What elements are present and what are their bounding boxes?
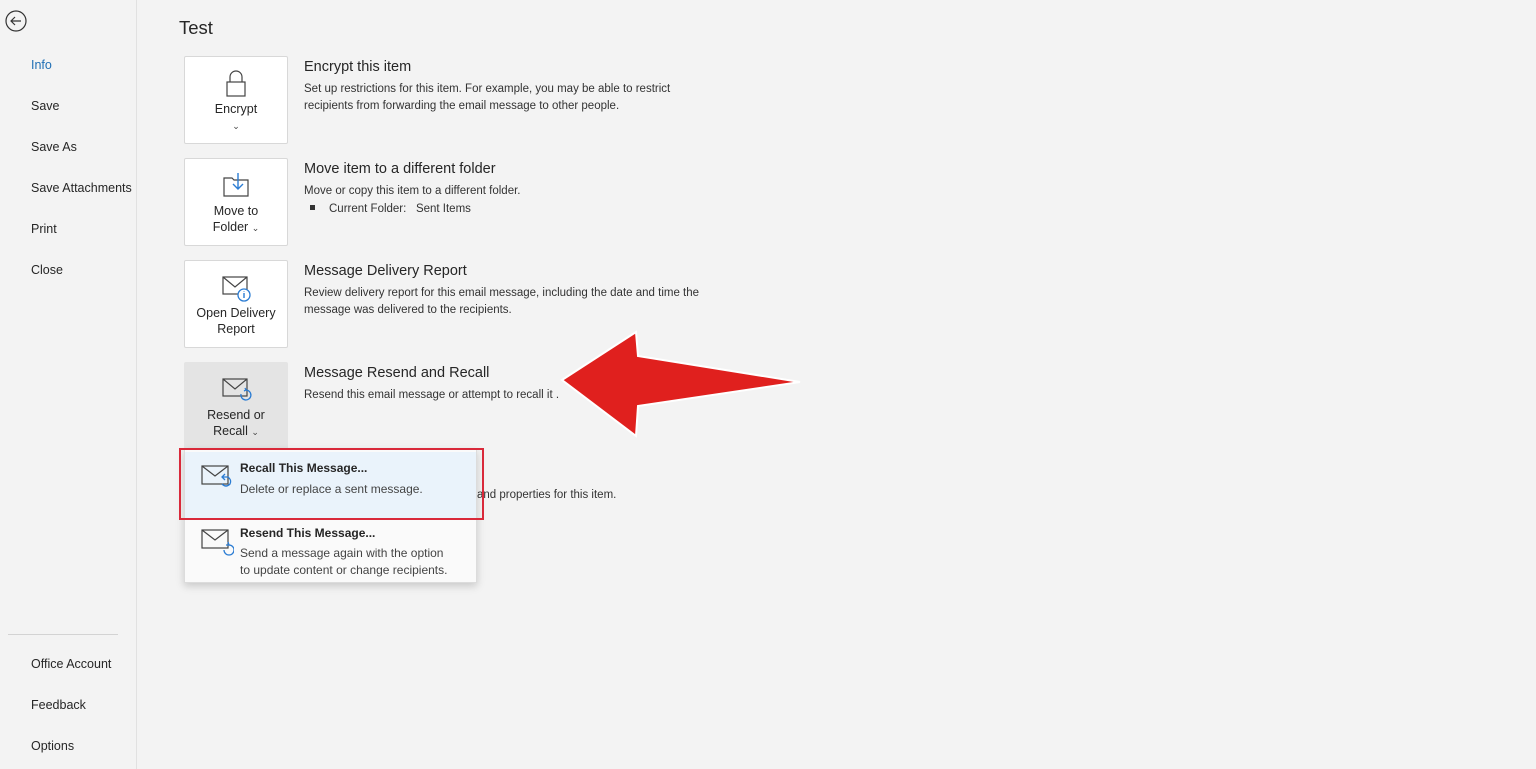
chevron-down-icon: ⌄ bbox=[251, 427, 259, 437]
resend-mail-icon bbox=[201, 529, 234, 556]
resend-menu-desc-line1: Send a message again with the option bbox=[240, 546, 444, 560]
resend-label-line2: Recall bbox=[213, 424, 248, 438]
resend-recall-menu: Recall This Message... Delete or replace… bbox=[184, 449, 477, 583]
sidebar-item-save-attachments[interactable]: Save Attachments bbox=[31, 181, 132, 195]
encrypt-button[interactable]: Encrypt ⌄ bbox=[184, 56, 288, 144]
encrypt-label: Encrypt bbox=[214, 102, 258, 116]
lock-icon bbox=[226, 70, 246, 97]
sidebar-item-office-account[interactable]: Office Account bbox=[31, 657, 111, 671]
sidebar-divider bbox=[8, 634, 118, 635]
delivery-label-line2: Report bbox=[217, 322, 255, 336]
resend-recall-icon bbox=[222, 378, 252, 401]
encrypt-desc-line2: recipients from forwarding the email mes… bbox=[304, 99, 620, 112]
move-heading: Move item to a different folder bbox=[304, 161, 496, 177]
current-folder-line: Current Folder: Sent Items bbox=[310, 203, 471, 215]
move-folder-icon bbox=[223, 173, 249, 197]
move-label-line1: Move to bbox=[213, 204, 259, 218]
recall-this-message-item[interactable]: Recall This Message... Delete or replace… bbox=[185, 452, 476, 518]
recall-description: Delete or replace a sent message. bbox=[240, 482, 423, 496]
chevron-down-icon: ⌄ bbox=[232, 121, 240, 131]
move-label-line2: Folder bbox=[212, 220, 249, 234]
delivery-desc-line2: message was delivered to the recipients. bbox=[304, 303, 512, 316]
resend-menu-description: Send a message again with the option to … bbox=[240, 545, 447, 578]
chevron-down-icon: ⌄ bbox=[251, 223, 260, 233]
properties-description-partial: and properties for this item. bbox=[477, 489, 617, 501]
recall-mail-icon bbox=[201, 465, 232, 487]
recall-title: Recall This Message... bbox=[240, 461, 368, 475]
backstage-sidebar: Info Save Save As Save Attachments Print… bbox=[0, 0, 137, 769]
resend-menu-desc-line2: to update content or change recipients. bbox=[240, 562, 448, 577]
sidebar-item-close[interactable]: Close bbox=[31, 263, 63, 277]
current-folder-label: Current Folder: bbox=[329, 203, 407, 215]
resend-heading: Message Resend and Recall bbox=[304, 365, 490, 381]
delivery-heading: Message Delivery Report bbox=[304, 263, 467, 279]
resend-description: Resend this email message or attempt to … bbox=[304, 389, 560, 401]
current-folder-value: Sent Items bbox=[415, 203, 471, 215]
move-description: Move or copy this item to a different fo… bbox=[304, 185, 521, 197]
back-arrow-icon[interactable] bbox=[4, 9, 28, 33]
delivery-description: Review delivery report for this email me… bbox=[304, 285, 699, 318]
sidebar-item-feedback[interactable]: Feedback bbox=[31, 698, 86, 712]
resend-or-recall-button[interactable]: Resend or Recall ⌄ bbox=[184, 362, 288, 450]
resend-title: Resend This Message... bbox=[240, 526, 376, 540]
red-arrow-annotation bbox=[560, 330, 801, 438]
move-to-folder-button[interactable]: Move to Folder ⌄ bbox=[184, 158, 288, 246]
resend-label-line1: Resend or bbox=[207, 408, 265, 422]
encrypt-desc-line1: Set up restrictions for this item. For e… bbox=[304, 83, 671, 95]
delivery-label-line1: Open Delivery bbox=[196, 306, 276, 320]
sidebar-item-options[interactable]: Options bbox=[31, 739, 74, 753]
resend-this-message-item[interactable]: Resend This Message... Send a message ag… bbox=[185, 518, 476, 584]
bullet-icon bbox=[310, 205, 315, 210]
page-title: Test bbox=[179, 17, 213, 38]
delivery-report-icon bbox=[222, 276, 251, 302]
encrypt-description: Set up restrictions for this item. For e… bbox=[304, 81, 670, 114]
sidebar-item-save-as[interactable]: Save As bbox=[31, 140, 77, 154]
open-delivery-report-button[interactable]: Open Delivery Report bbox=[184, 260, 288, 348]
encrypt-heading: Encrypt this item bbox=[304, 59, 412, 75]
sidebar-item-save[interactable]: Save bbox=[31, 99, 60, 113]
sidebar-item-print[interactable]: Print bbox=[31, 222, 57, 236]
sidebar-item-info[interactable]: Info bbox=[31, 58, 52, 72]
delivery-desc-line1: Review delivery report for this email me… bbox=[304, 287, 700, 299]
